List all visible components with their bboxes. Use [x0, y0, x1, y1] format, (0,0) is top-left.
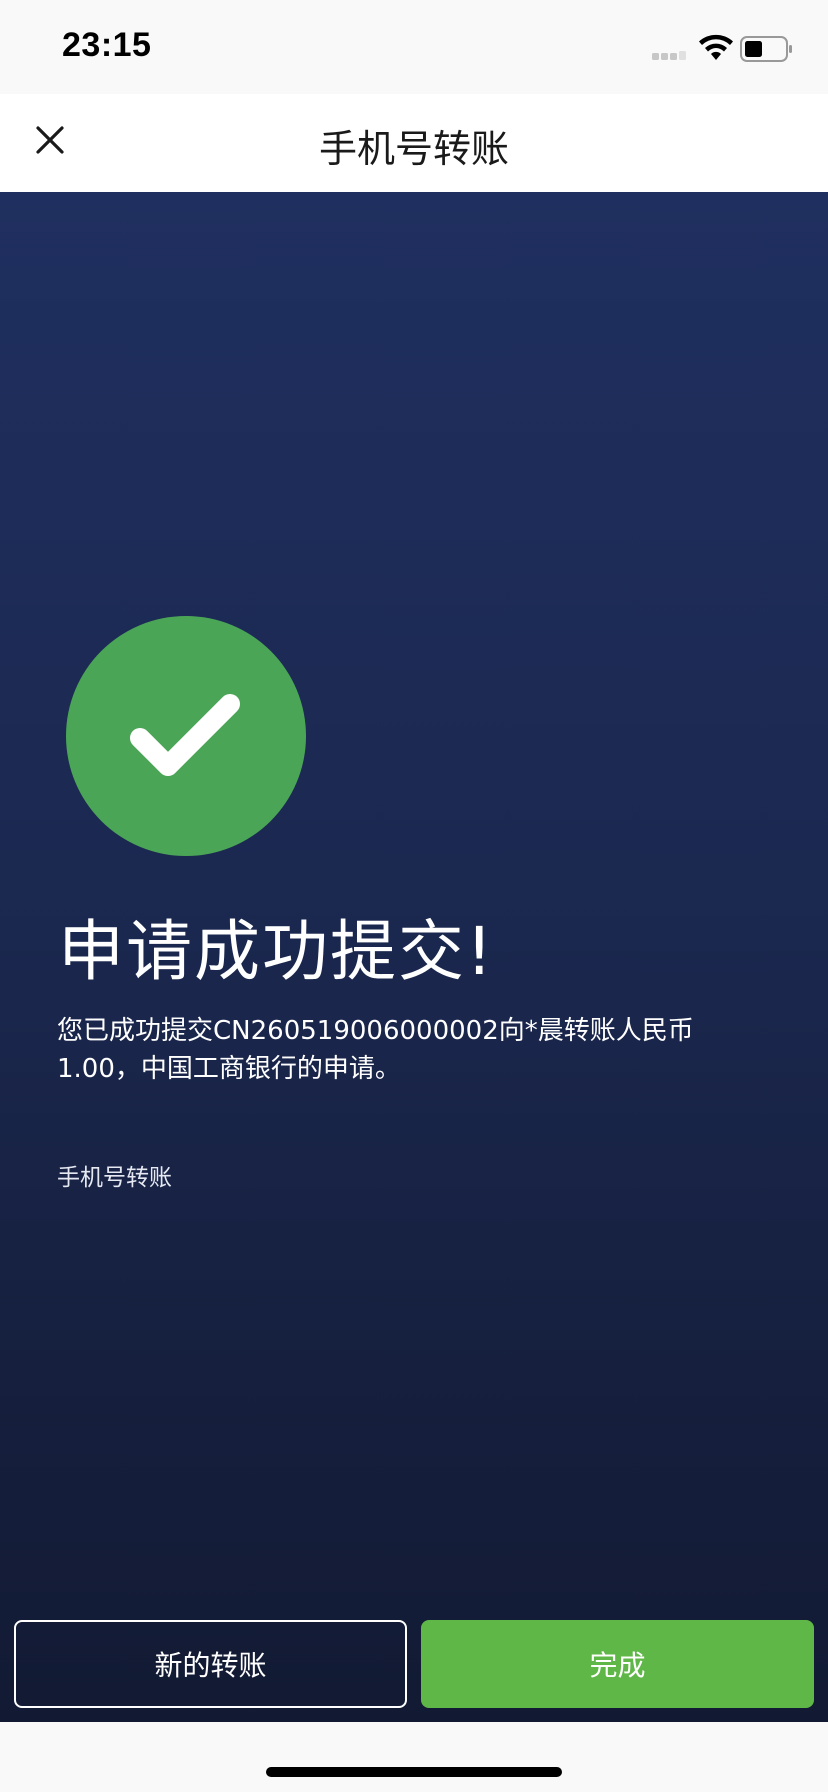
- status-time: 23:15: [62, 26, 152, 64]
- check-icon: [130, 694, 240, 776]
- done-button[interactable]: 完成: [421, 1620, 814, 1708]
- wifi-icon: [699, 34, 733, 60]
- nav-bar: 手机号转账: [0, 94, 828, 192]
- transfer-type-label: 手机号转账: [57, 1165, 172, 1191]
- home-indicator-area: [0, 1722, 828, 1792]
- new-transfer-button[interactable]: 新的转账: [14, 1620, 407, 1708]
- battery-icon: [740, 36, 792, 62]
- success-headline: 申请成功提交!: [58, 913, 495, 990]
- home-indicator[interactable]: [266, 1767, 562, 1777]
- result-panel: 申请成功提交! 您已成功提交CN260519006000002向*晨转账人民币1…: [0, 192, 828, 1722]
- status-bar: 23:15: [0, 0, 828, 94]
- transfer-success-screen: 23:15 手机号转账 申请成功提交! 您已成功提交CN260519006000…: [0, 0, 828, 1792]
- success-message: 您已成功提交CN260519006000002向*晨转账人民币1.00，中国工商…: [57, 1016, 694, 1084]
- success-badge: [66, 616, 306, 856]
- page-title: 手机号转账: [318, 127, 509, 171]
- signal-icon: [652, 51, 686, 60]
